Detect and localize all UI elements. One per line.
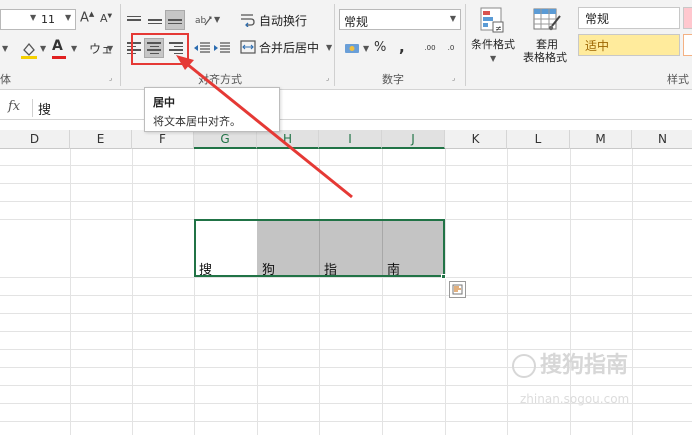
bottom-align-button[interactable]	[165, 10, 185, 30]
chevron-down-icon: ▼	[449, 14, 456, 23]
font-color-swatch	[52, 56, 66, 59]
watermark-text: 搜狗指南	[512, 347, 628, 379]
group-divider	[120, 4, 121, 86]
formula-input[interactable]: 搜	[38, 99, 51, 118]
column-header-e[interactable]: E	[70, 130, 132, 149]
merge-cells-icon	[240, 40, 256, 54]
bottom-align-icon	[168, 16, 182, 25]
top-align-icon	[127, 15, 141, 25]
currency-icon	[345, 44, 359, 53]
column-header-d[interactable]: D	[0, 130, 70, 149]
wrap-text-button[interactable]: 自动换行	[240, 11, 307, 29]
font-size-value: 11	[41, 13, 55, 26]
column-header-l[interactable]: L	[507, 130, 570, 149]
chevron-down-icon: ▼	[30, 13, 37, 22]
column-header-k[interactable]: K	[445, 130, 507, 149]
middle-align-icon	[148, 16, 162, 25]
decrease-decimal-label: .0	[447, 43, 455, 52]
column-header-f[interactable]: F	[132, 130, 194, 149]
font-size-select[interactable]: ▼ 11 ▼	[0, 9, 76, 30]
decrease-indent-button[interactable]	[192, 38, 212, 58]
tooltip-description: 将文本居中对齐。	[153, 115, 241, 128]
cell-style-bad[interactable]	[683, 7, 692, 29]
svg-text:≠: ≠	[495, 24, 502, 33]
group-divider	[465, 4, 466, 86]
selection-range	[194, 219, 445, 277]
column-header-n[interactable]: N	[632, 130, 692, 149]
highlight-box	[131, 33, 189, 65]
percent-style-button[interactable]: %	[374, 40, 386, 55]
column-header-i[interactable]: I	[319, 130, 382, 149]
watermark-logo-icon	[512, 354, 536, 378]
orientation-button[interactable]: ab	[194, 10, 214, 30]
format-as-table-label-2[interactable]: 表格格式	[517, 51, 573, 64]
comma-style-button[interactable]: ,	[399, 38, 405, 56]
conditional-formatting-label[interactable]: 条件格式	[469, 38, 517, 51]
wrap-text-label: 自动换行	[259, 13, 308, 28]
cell-style-check[interactable]	[683, 34, 692, 56]
formula-bar: fx 搜	[0, 96, 692, 120]
font-group-label: 体	[0, 73, 11, 86]
number-group-label: 数字	[382, 73, 404, 86]
shrink-font-button[interactable]: A▼	[100, 12, 112, 25]
center-align-tooltip: 居中 将文本居中对齐。	[144, 87, 280, 132]
quick-analysis-button[interactable]	[449, 281, 466, 298]
chevron-down-icon: ▼	[65, 13, 72, 22]
decrease-indent-icon	[194, 42, 210, 53]
column-header-h[interactable]: H	[257, 130, 319, 149]
text-orientation-icon: ab	[195, 16, 212, 26]
chevron-down-icon[interactable]: ▼	[71, 44, 77, 53]
grow-font-button[interactable]: A▲	[80, 10, 94, 25]
watermark-url: zhinan.sogou.com	[520, 392, 630, 406]
number-format-select[interactable]: 常规 ▼	[339, 9, 461, 30]
accounting-format-button[interactable]	[343, 38, 363, 58]
insert-function-button[interactable]: fx	[8, 99, 20, 114]
dialog-launcher-icon[interactable]: ⌟	[109, 74, 112, 82]
column-headers: D E F G H I J K L M N	[0, 130, 692, 149]
chevron-down-icon[interactable]: ▼	[363, 44, 369, 53]
formula-divider	[32, 99, 33, 117]
top-align-button[interactable]	[124, 10, 144, 30]
number-format-value: 常规	[344, 15, 369, 29]
merge-center-label: 合并后居中	[259, 40, 320, 55]
increase-decimal-button[interactable]: .00	[420, 38, 440, 58]
conditional-formatting-icon: ≠	[480, 7, 504, 33]
increase-indent-icon	[214, 42, 230, 53]
quick-analysis-icon	[452, 284, 463, 295]
ribbon: ▼ 11 ▼ A▲ A▼ ▼ ▼ A ▼ ウェ ▼ 体 ⌟ ab ▼ 自动换行 …	[0, 0, 692, 90]
chevron-down-icon[interactable]: ▼	[490, 54, 496, 63]
wrap-text-icon	[241, 14, 255, 27]
column-header-g[interactable]: G	[194, 130, 257, 149]
chevron-down-icon[interactable]: ▼	[214, 15, 220, 24]
column-header-j[interactable]: J	[382, 130, 445, 149]
decrease-decimal-button[interactable]: .0	[441, 38, 461, 58]
increase-indent-button[interactable]	[212, 38, 232, 58]
dialog-launcher-icon[interactable]: ⌟	[326, 74, 329, 82]
merge-center-button[interactable]: 合并后居中 ▼	[240, 38, 332, 56]
styles-group-label: 样式	[667, 73, 689, 86]
column-header-m[interactable]: M	[570, 130, 632, 149]
cell-style-neutral[interactable]: 适中	[578, 34, 680, 56]
fill-color-icon[interactable]	[20, 40, 38, 60]
alignment-group-label: 对齐方式	[198, 73, 242, 86]
group-divider	[334, 4, 335, 86]
format-as-table-icon	[533, 8, 561, 31]
format-as-table-label-1[interactable]: 套用	[530, 38, 564, 51]
font-color-button[interactable]: A	[52, 38, 63, 54]
cell-style-normal[interactable]: 常规	[578, 7, 680, 29]
chevron-down-icon[interactable]: ▼	[326, 43, 332, 52]
increase-decimal-label: .00	[424, 43, 436, 52]
chevron-down-icon[interactable]: ▼	[107, 44, 113, 53]
chevron-down-icon[interactable]: ▼	[40, 44, 46, 53]
fill-handle[interactable]	[441, 274, 446, 279]
format-as-table-button[interactable]	[532, 6, 562, 34]
conditional-formatting-button[interactable]: ≠	[479, 6, 505, 34]
dialog-launcher-icon[interactable]: ⌟	[452, 74, 455, 82]
tooltip-title: 居中	[153, 96, 175, 109]
chevron-down-icon[interactable]: ▼	[2, 44, 8, 53]
middle-align-button[interactable]	[145, 10, 165, 30]
